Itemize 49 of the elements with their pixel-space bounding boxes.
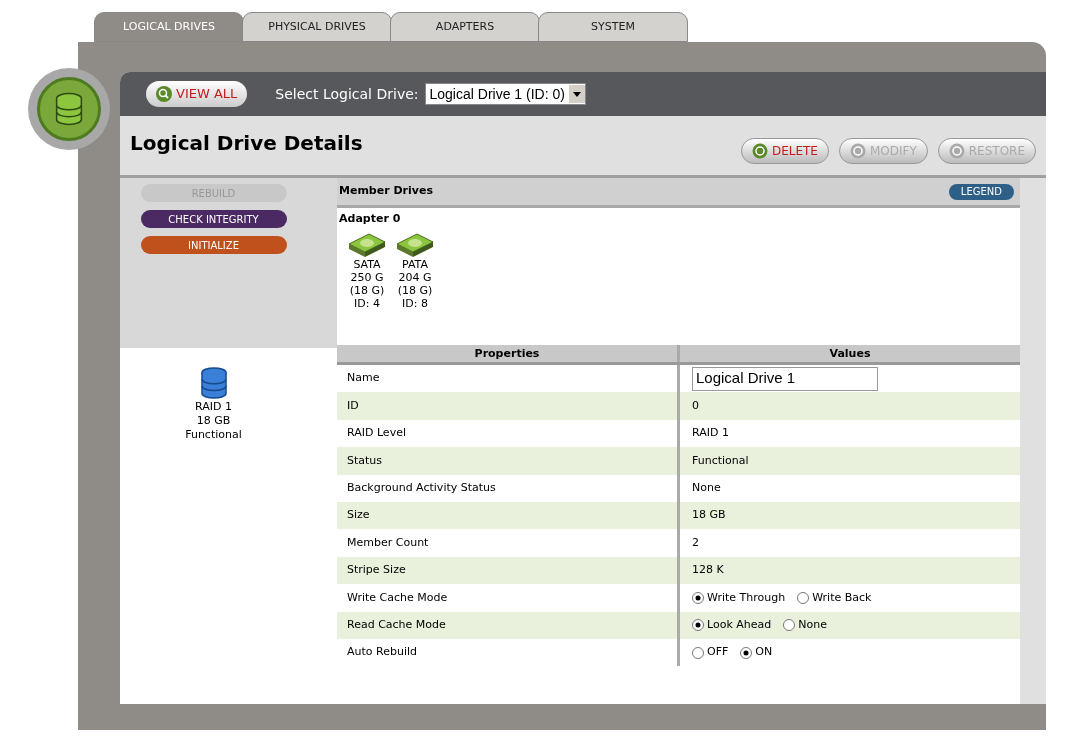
tab[interactable]: ADAPTERS	[390, 12, 540, 42]
drive-summary-text: Functional	[185, 428, 242, 442]
drive-info-text: ID: 4	[354, 296, 380, 310]
column-header: Values	[828, 346, 872, 362]
value-cell-text: 0	[692, 397, 699, 414]
side-action-button[interactable]: CHECK INTEGRITY	[140, 210, 287, 228]
hard-drive-icon	[395, 231, 435, 258]
tab[interactable]: SYSTEM	[538, 12, 688, 42]
drive-summary-text: 18 GB	[196, 414, 231, 428]
page-title: Logical Drive Details	[129, 130, 363, 157]
drive-info-text: 250 G	[350, 270, 384, 284]
hard-drive-icon	[347, 231, 387, 258]
radio-option[interactable]: Look Ahead	[692, 616, 772, 634]
tab[interactable]: PHYSICAL DRIVES	[242, 12, 392, 42]
database-icon	[198, 366, 229, 400]
value-cell-text: Functional	[692, 452, 749, 469]
action-icon	[849, 143, 866, 159]
view-all-button[interactable]: VIEW ALL	[146, 81, 248, 107]
value-cell: 18 GB	[692, 507, 726, 524]
search-icon	[156, 86, 172, 102]
name-field[interactable]: Logical Drive 1	[692, 366, 878, 391]
drive-info-text: 204 G	[398, 270, 432, 284]
radio-option[interactable]: Write Through	[692, 589, 786, 607]
drive-info-text: ID: 8	[402, 296, 428, 310]
database-icon	[53, 92, 85, 126]
value-cell: 128 K	[692, 562, 724, 579]
value-cell-text: 2	[692, 534, 699, 551]
section-title: Member Drives	[339, 183, 433, 200]
drive-info-text: (18 G)	[397, 283, 433, 297]
property-cell: Auto Rebuild	[337, 638, 680, 667]
radio-option[interactable]: OFF	[692, 644, 729, 661]
drive-summary-text: RAID 1	[195, 400, 232, 414]
side-action-button[interactable]: INITIALIZE	[140, 236, 287, 254]
radio-option[interactable]: None	[783, 616, 827, 634]
action-icon	[948, 143, 965, 159]
radio-option[interactable]: ON	[740, 644, 773, 661]
logical-drive-select[interactable]: Logical Drive 1 (ID: 0)	[424, 83, 586, 105]
select-label: Select Logical Drive:	[275, 84, 419, 104]
legend-button[interactable]: LEGEND	[948, 183, 1014, 200]
adapter-label: Adapter 0	[339, 211, 402, 227]
drive-info-text: SATA	[353, 257, 381, 271]
drive-info-text: PATA	[402, 257, 428, 271]
column-header: Properties	[337, 345, 680, 362]
value-cell-text: None	[692, 480, 721, 496]
action-button[interactable]: DELETE	[740, 138, 829, 164]
value-cell: RAID 1	[692, 425, 729, 442]
radio-option[interactable]: Write Back	[797, 589, 872, 607]
action-icon	[751, 143, 768, 159]
drive-info-text: (18 G)	[349, 283, 385, 297]
